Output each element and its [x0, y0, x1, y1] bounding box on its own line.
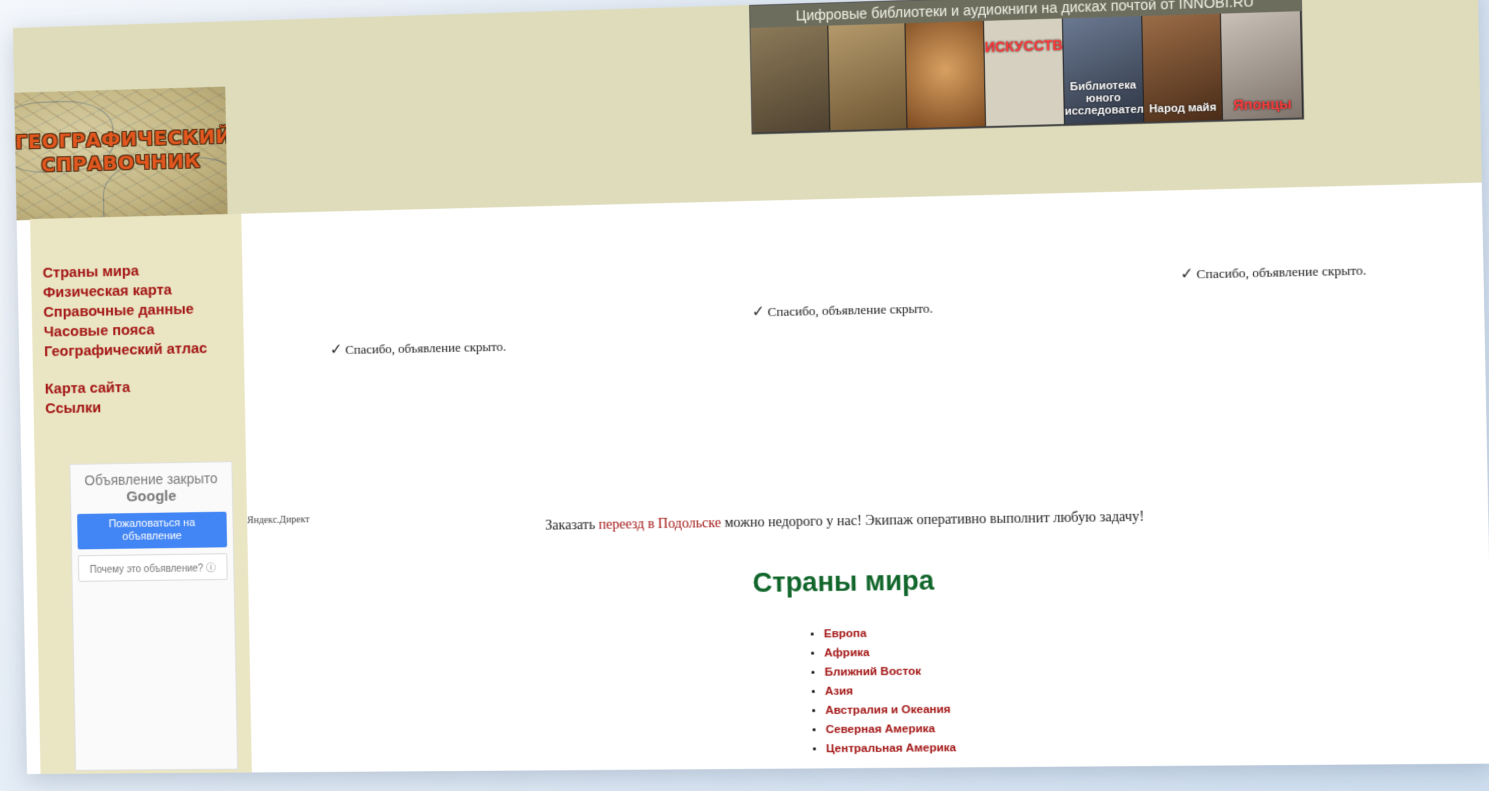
hidden-ad-notice: ✓ Спасибо, объявление скрыто. — [752, 298, 933, 321]
checkmark-icon: ✓ — [1180, 266, 1194, 283]
banner-tile-label: Народ майя — [1149, 101, 1217, 116]
country-region-link[interactable]: Европа — [824, 624, 954, 645]
checkmark-icon: ✓ — [751, 304, 765, 321]
banner-tile-label — [830, 122, 907, 124]
banner-tile[interactable]: ИСКУССТВ — [984, 18, 1065, 127]
banner-tile[interactable] — [905, 20, 987, 129]
nav-link[interactable]: Географический атлас — [44, 339, 207, 362]
promo-link[interactable]: переезд в Подольске — [598, 516, 721, 533]
countries-list: Европа Африка Ближний Восток Азия Австра… — [803, 624, 957, 760]
banner-tile[interactable]: Народ майя — [1141, 13, 1224, 122]
innobi-banner[interactable]: Цифровые библиотеки и аудиокниги на диск… — [749, 0, 1305, 135]
google-logo: Google — [126, 487, 177, 506]
banner-tile[interactable] — [750, 25, 831, 133]
hidden-ad-notice: ✓ Спасибо, объявление скрыто. — [1180, 260, 1366, 284]
site-header: ГЕОГРАФИЧЕСКИЙ СПРАВОЧНИК Цифровые библи… — [13, 0, 1482, 221]
google-ad-box: Объявление закрыто Google Пожаловаться н… — [69, 461, 239, 771]
hidden-ad-text: Спасибо, объявление скрыто. — [767, 300, 934, 320]
country-region-link[interactable]: Африка — [824, 643, 954, 664]
hidden-ad-text: Спасибо, объявление скрыто. — [1196, 262, 1367, 282]
banner-tile-label: Библиотека юного исследователя — [1064, 79, 1144, 118]
banner-tile-label: ИСКУССТВ — [984, 36, 1064, 56]
country-region-link[interactable]: Северная Америка — [826, 720, 957, 740]
country-region-link[interactable]: Австралия и Океания — [825, 701, 956, 721]
sidebar-nav: Страны мира Физическая карта Справочные … — [42, 260, 208, 419]
country-region-link[interactable]: Центральная Америка — [826, 739, 957, 759]
promo-text-after: можно недорого у нас! Экипаж оперативно … — [720, 509, 1145, 532]
ad-closed-text: Объявление закрыто — [84, 470, 218, 489]
promo-text-before: Заказать — [545, 517, 599, 534]
left-sidebar: Страны мира Физическая карта Справочные … — [30, 213, 252, 775]
country-region-link[interactable]: Ближний Восток — [824, 662, 954, 683]
checkmark-icon: ✓ — [329, 342, 343, 359]
nav-link[interactable]: Справочные данные — [43, 300, 206, 323]
web-page: ГЕОГРАФИЧЕСКИЙ СПРАВОЧНИК Цифровые библи… — [13, 0, 1489, 775]
report-ad-button[interactable]: Пожаловаться на объявление — [77, 511, 228, 550]
site-logo[interactable]: ГЕОГРАФИЧЕСКИЙ СПРАВОЧНИК — [14, 86, 228, 221]
hidden-ad-notice: ✓ Спасибо, объявление скрыто. — [330, 337, 507, 360]
banner-tile[interactable]: Библиотека юного исследователя — [1062, 16, 1144, 124]
banner-tile-label — [752, 124, 828, 126]
banner-tile-label — [908, 120, 985, 122]
banner-tiles: ИСКУССТВ Библиотека юного исследователя … — [750, 11, 1304, 133]
why-this-ad-button[interactable]: Почему это объявление? ⓘ — [77, 553, 228, 582]
banner-tile-label: Японцы — [1233, 95, 1292, 114]
banner-tile[interactable] — [828, 23, 908, 131]
hidden-ad-text: Спасибо, объявление скрыто. — [345, 338, 507, 357]
promo-line: Заказать переезд в Подольске можно недор… — [245, 505, 1462, 539]
nav-link-links[interactable]: Ссылки — [45, 396, 208, 419]
page-title: Страны мира — [752, 565, 935, 598]
banner-tile[interactable]: Японцы — [1221, 11, 1304, 120]
country-region-link[interactable]: Азия — [825, 681, 955, 701]
